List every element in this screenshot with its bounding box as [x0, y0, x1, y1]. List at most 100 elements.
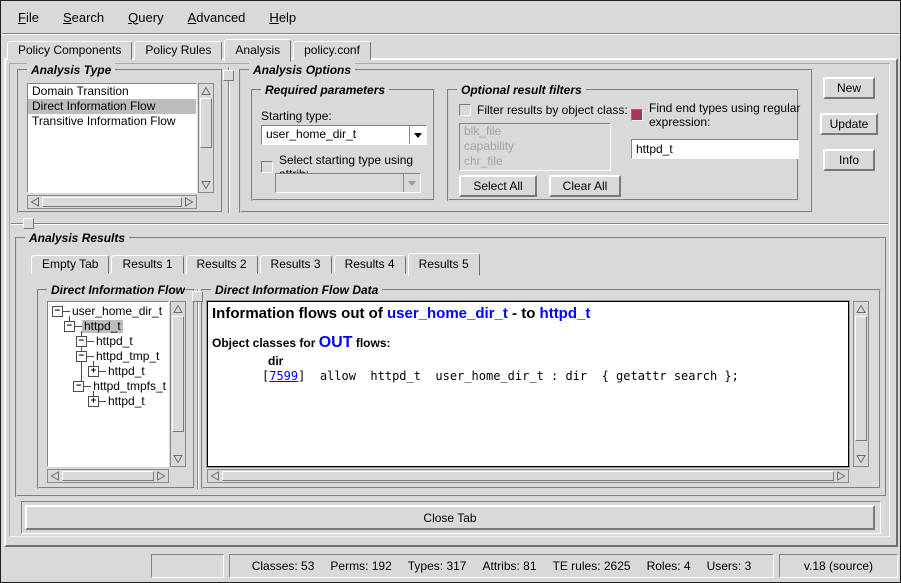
analysis-type-hscrollbar[interactable]: [27, 195, 197, 209]
scroll-right-icon[interactable]: [834, 470, 848, 482]
scroll-left-icon[interactable]: [28, 196, 42, 208]
list-item-chr-file[interactable]: chr_file: [460, 154, 610, 169]
scroll-thumb[interactable]: [855, 316, 867, 441]
attrib-combobox[interactable]: [275, 173, 421, 193]
results-sash-handle[interactable]: [192, 291, 203, 302]
update-button[interactable]: Update: [820, 113, 878, 135]
analysis-type-listbox: Domain Transition Direct Information Flo…: [27, 83, 197, 193]
scroll-up-icon[interactable]: [199, 84, 213, 98]
expand-icon[interactable]: +: [88, 366, 99, 377]
flow-tree: − user_home_dir_t − httpd_t − httpd_t − …: [47, 301, 169, 467]
horizontal-sash-handle[interactable]: [23, 218, 34, 229]
rule-id-link[interactable]: 7599: [269, 369, 298, 383]
tab-empty-tab[interactable]: Empty Tab: [31, 255, 109, 274]
tab-analysis[interactable]: Analysis: [224, 39, 291, 62]
tree-node: − user_home_dir_t: [48, 304, 168, 319]
list-item-transitive-information-flow[interactable]: Transitive Information Flow: [28, 114, 196, 129]
scroll-thumb[interactable]: [62, 471, 154, 481]
scroll-down-icon[interactable]: [854, 452, 868, 466]
info-button[interactable]: Info: [823, 149, 875, 171]
flow-data-hscrollbar[interactable]: [207, 469, 849, 483]
starting-type-combobox[interactable]: user_home_dir_t: [261, 125, 427, 145]
stat-roles: Roles: 4: [647, 559, 691, 573]
tab-results-1[interactable]: Results 1: [111, 255, 183, 274]
tree-node-label[interactable]: httpd_t: [94, 335, 135, 348]
menu-file[interactable]: File: [10, 7, 47, 28]
collapse-icon[interactable]: −: [64, 321, 75, 332]
flow-data-panel: Direct Information Flow Data Information…: [201, 289, 881, 489]
tree-node: − httpd_t: [48, 319, 168, 334]
scroll-thumb[interactable]: [172, 316, 184, 432]
vertical-sash-handle[interactable]: [223, 70, 234, 81]
app-window: File Search Query Advanced Help Policy C…: [0, 0, 901, 583]
scroll-down-icon[interactable]: [171, 452, 185, 466]
tab-results-3[interactable]: Results 3: [260, 255, 332, 274]
tree-node-label[interactable]: user_home_dir_t: [70, 305, 164, 318]
new-button[interactable]: New: [823, 77, 875, 99]
stat-types: Types: 317: [408, 559, 467, 573]
flow-direction: OUT: [319, 334, 353, 351]
select-all-button[interactable]: Select All: [459, 175, 537, 197]
status-stats: Classes: 53 Perms: 192 Types: 317 Attrib…: [229, 554, 774, 578]
tree-node: − httpd_tmp_t: [48, 349, 168, 364]
tree-node-label[interactable]: httpd_t: [106, 365, 147, 378]
menu-query[interactable]: Query: [120, 7, 171, 28]
chevron-down-icon[interactable]: [409, 126, 426, 144]
tab-results-2[interactable]: Results 2: [186, 255, 258, 274]
scroll-thumb[interactable]: [222, 471, 834, 481]
collapse-icon[interactable]: −: [76, 351, 87, 362]
scroll-down-icon[interactable]: [199, 178, 213, 192]
tree-node-label[interactable]: httpd_t: [82, 320, 123, 333]
menu-search[interactable]: Search: [55, 7, 112, 28]
collapse-icon[interactable]: −: [52, 306, 63, 317]
flow-tree-hscrollbar[interactable]: [47, 469, 169, 483]
results-sash[interactable]: [197, 289, 199, 489]
flow-data-textarea[interactable]: Information flows out of user_home_dir_t…: [207, 301, 849, 467]
menu-help[interactable]: Help: [261, 7, 304, 28]
scroll-left-icon[interactable]: [48, 470, 62, 482]
scroll-thumb[interactable]: [200, 98, 212, 148]
tab-policy-rules[interactable]: Policy Rules: [134, 41, 222, 60]
scroll-left-icon[interactable]: [208, 470, 222, 482]
analysis-type-vscrollbar[interactable]: [198, 83, 214, 193]
te-rule: [7599] allow httpd_t user_home_dir_t : d…: [208, 368, 848, 383]
list-item-domain-transition[interactable]: Domain Transition: [28, 84, 196, 99]
vertical-sash[interactable]: [228, 67, 230, 213]
optional-result-filters-title: Optional result filters: [457, 83, 586, 97]
collapse-icon[interactable]: −: [73, 381, 84, 392]
scroll-right-icon[interactable]: [154, 470, 168, 482]
tree-node-label[interactable]: httpd_tmpfs_t: [91, 380, 168, 393]
scroll-up-icon[interactable]: [171, 302, 185, 316]
tree-node-label[interactable]: httpd_tmp_t: [94, 350, 161, 363]
tab-policy-components[interactable]: Policy Components: [7, 41, 132, 60]
stat-classes: Classes: 53: [252, 559, 315, 573]
menu-advanced[interactable]: Advanced: [180, 7, 254, 28]
attrib-checkbox[interactable]: [261, 161, 273, 173]
clear-all-button[interactable]: Clear All: [549, 175, 621, 197]
list-item-direct-information-flow[interactable]: Direct Information Flow: [28, 99, 196, 114]
analysis-results-title: Analysis Results: [25, 231, 129, 245]
tree-node-label[interactable]: httpd_t: [106, 395, 147, 408]
optional-result-filters-panel: Optional result filters Filter results b…: [447, 89, 799, 201]
tab-policy-conf[interactable]: policy.conf: [293, 41, 371, 60]
flow-tree-panel: Direct Information Flow Tree − user_home…: [37, 289, 195, 489]
scroll-up-icon[interactable]: [854, 302, 868, 316]
list-item-capability[interactable]: capability: [460, 139, 610, 154]
stat-perms: Perms: 192: [330, 559, 391, 573]
expand-icon[interactable]: +: [88, 396, 99, 407]
close-tab-button[interactable]: Close Tab: [25, 505, 875, 530]
regex-input[interactable]: [631, 139, 799, 159]
tab-results-5[interactable]: Results 5: [408, 253, 480, 276]
collapse-icon[interactable]: −: [76, 336, 87, 347]
object-class-checkbox[interactable]: [459, 104, 471, 116]
horizontal-sash[interactable]: [11, 223, 888, 225]
list-item-blk-file[interactable]: blk_file: [460, 124, 610, 139]
regex-checkbox[interactable]: [631, 109, 643, 121]
analysis-options-panel: Analysis Options Required parameters Sta…: [239, 69, 813, 213]
tab-results-4[interactable]: Results 4: [334, 255, 406, 274]
scroll-right-icon[interactable]: [182, 196, 196, 208]
analysis-options-title: Analysis Options: [249, 63, 355, 77]
flow-tree-vscrollbar[interactable]: [170, 301, 186, 467]
flow-data-vscrollbar[interactable]: [853, 301, 869, 467]
scroll-thumb[interactable]: [42, 197, 182, 207]
